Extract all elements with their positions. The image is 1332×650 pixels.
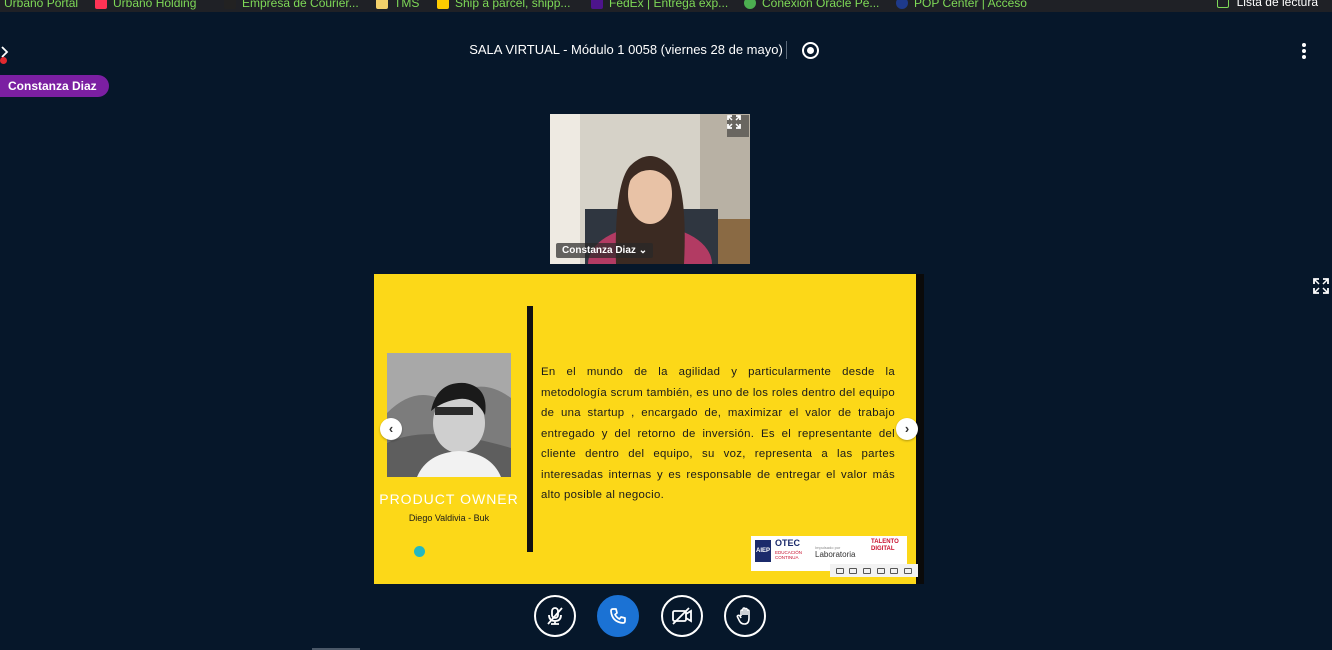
expand-icon	[727, 115, 741, 129]
aiep-logo: AIEP	[755, 540, 771, 562]
webcam-fullscreen-button[interactable]	[727, 115, 749, 137]
raise-hand-button[interactable]	[724, 595, 766, 637]
bookmark-pop-center[interactable]: POP Center | Acceso	[896, 0, 1027, 11]
chevron-down-icon: ⌄	[638, 245, 648, 256]
person-photo-image	[387, 353, 511, 477]
mute-button[interactable]	[534, 595, 576, 637]
zoom-icon[interactable]	[849, 567, 858, 574]
dhl-icon	[437, 0, 449, 9]
title-divider	[786, 41, 787, 59]
expand-icon	[1313, 278, 1329, 294]
bookmark-label: Conexión Oracle Pe...	[762, 0, 880, 10]
pop-icon	[896, 0, 908, 9]
next-slide-button[interactable]: ›	[896, 418, 918, 440]
mic-off-icon	[547, 607, 563, 625]
bookmark-dhl[interactable]: Ship a parcel, shipp...	[437, 0, 570, 11]
bookmark-courier[interactable]: Empresa de Courier...	[224, 0, 359, 11]
leave-audio-button[interactable]	[597, 595, 639, 637]
slide-role-title: PRODUCT OWNER	[379, 491, 519, 507]
slide-photo	[387, 353, 511, 477]
slide-decorative-dot	[414, 546, 425, 557]
slide-person-name: Diego Valdivia - Buk	[408, 513, 490, 523]
talking-indicator[interactable]: Constanza Diaz	[0, 75, 109, 97]
presentation-fullscreen-button[interactable]	[1311, 276, 1331, 296]
otec-logo-text: OTEC	[775, 538, 801, 548]
talento-digital-logo: TALENTO DIGITAL	[871, 539, 899, 552]
bookmark-label: Empresa de Courier...	[242, 0, 359, 10]
presentation-toolbar	[830, 564, 918, 577]
webcam-video: Constanza Diaz ⌄	[550, 114, 750, 264]
share-webcam-button[interactable]	[661, 595, 703, 637]
webcam-user-name[interactable]: Constanza Diaz ⌄	[556, 243, 654, 258]
bookmark-tms[interactable]: TMS	[376, 0, 419, 11]
bookmark-label: TMS	[394, 0, 420, 10]
globe-icon	[744, 0, 756, 9]
fit-page-icon[interactable]	[876, 567, 885, 574]
record-button[interactable]	[802, 42, 819, 59]
hand-icon	[736, 607, 750, 625]
bookmark-oracle[interactable]: Conexión Oracle Pe...	[744, 0, 879, 11]
presentation-slide: PRODUCT OWNER Diego Valdivia - Buk En el…	[374, 274, 918, 584]
courier-icon	[224, 0, 236, 9]
laboratoria-logo: Laboratoria	[815, 550, 856, 559]
dot-icon	[1302, 43, 1306, 47]
bookmark-label: Ship a parcel, shipp...	[455, 0, 571, 10]
presentation-area: PRODUCT OWNER Diego Valdivia - Buk En el…	[374, 274, 924, 584]
phone-icon	[610, 608, 626, 624]
bookmark-urbano-holding[interactable]: Urbano Holding	[95, 0, 196, 11]
slide-divider-bar	[527, 306, 533, 552]
tiktok-icon	[95, 0, 107, 9]
bookmark-label: POP Center | Acceso	[914, 0, 1027, 10]
dot-icon	[1302, 49, 1306, 53]
bookmark-label: FedEx | Entrega exp...	[609, 0, 729, 10]
webcam-name-label: Constanza Diaz	[562, 245, 636, 256]
webcam-person-image	[550, 114, 750, 264]
bookmarks-bar: Urbano Portal Urbano Holding Empresa de …	[0, 0, 1332, 12]
options-menu-button[interactable]	[1296, 42, 1312, 60]
dot-icon	[1302, 55, 1306, 59]
bookmark-label: Urbano Holding	[113, 0, 197, 10]
bookmark-urbano-portal[interactable]: Urbano Portal	[4, 0, 78, 11]
camera-off-icon	[672, 607, 692, 625]
notification-dot	[0, 57, 7, 64]
bookmark-fedex[interactable]: FedEx | Entrega exp...	[591, 0, 728, 11]
reset-zoom-icon[interactable]	[835, 567, 844, 574]
folder-icon	[376, 0, 388, 9]
bookmark-label: Urbano Portal	[4, 0, 79, 10]
session-title: SALA VIRTUAL - Módulo 1 0058 (viernes 28…	[469, 42, 783, 57]
slide-body-text: En el mundo de la agilidad y particularm…	[541, 366, 895, 501]
fedex-icon	[591, 0, 603, 9]
reading-list-label: Lista de lectura	[1236, 0, 1318, 9]
download-icon[interactable]	[890, 567, 899, 574]
fit-width-icon[interactable]	[863, 567, 872, 574]
previous-slide-button[interactable]: ‹	[380, 418, 402, 440]
otec-logo-subtext: EDUCACIÓN CONTINUA	[775, 550, 803, 560]
fullscreen-icon[interactable]	[904, 567, 913, 574]
reading-list-icon	[1216, 0, 1229, 8]
reading-list-button[interactable]: Lista de lectura	[1216, 0, 1318, 9]
